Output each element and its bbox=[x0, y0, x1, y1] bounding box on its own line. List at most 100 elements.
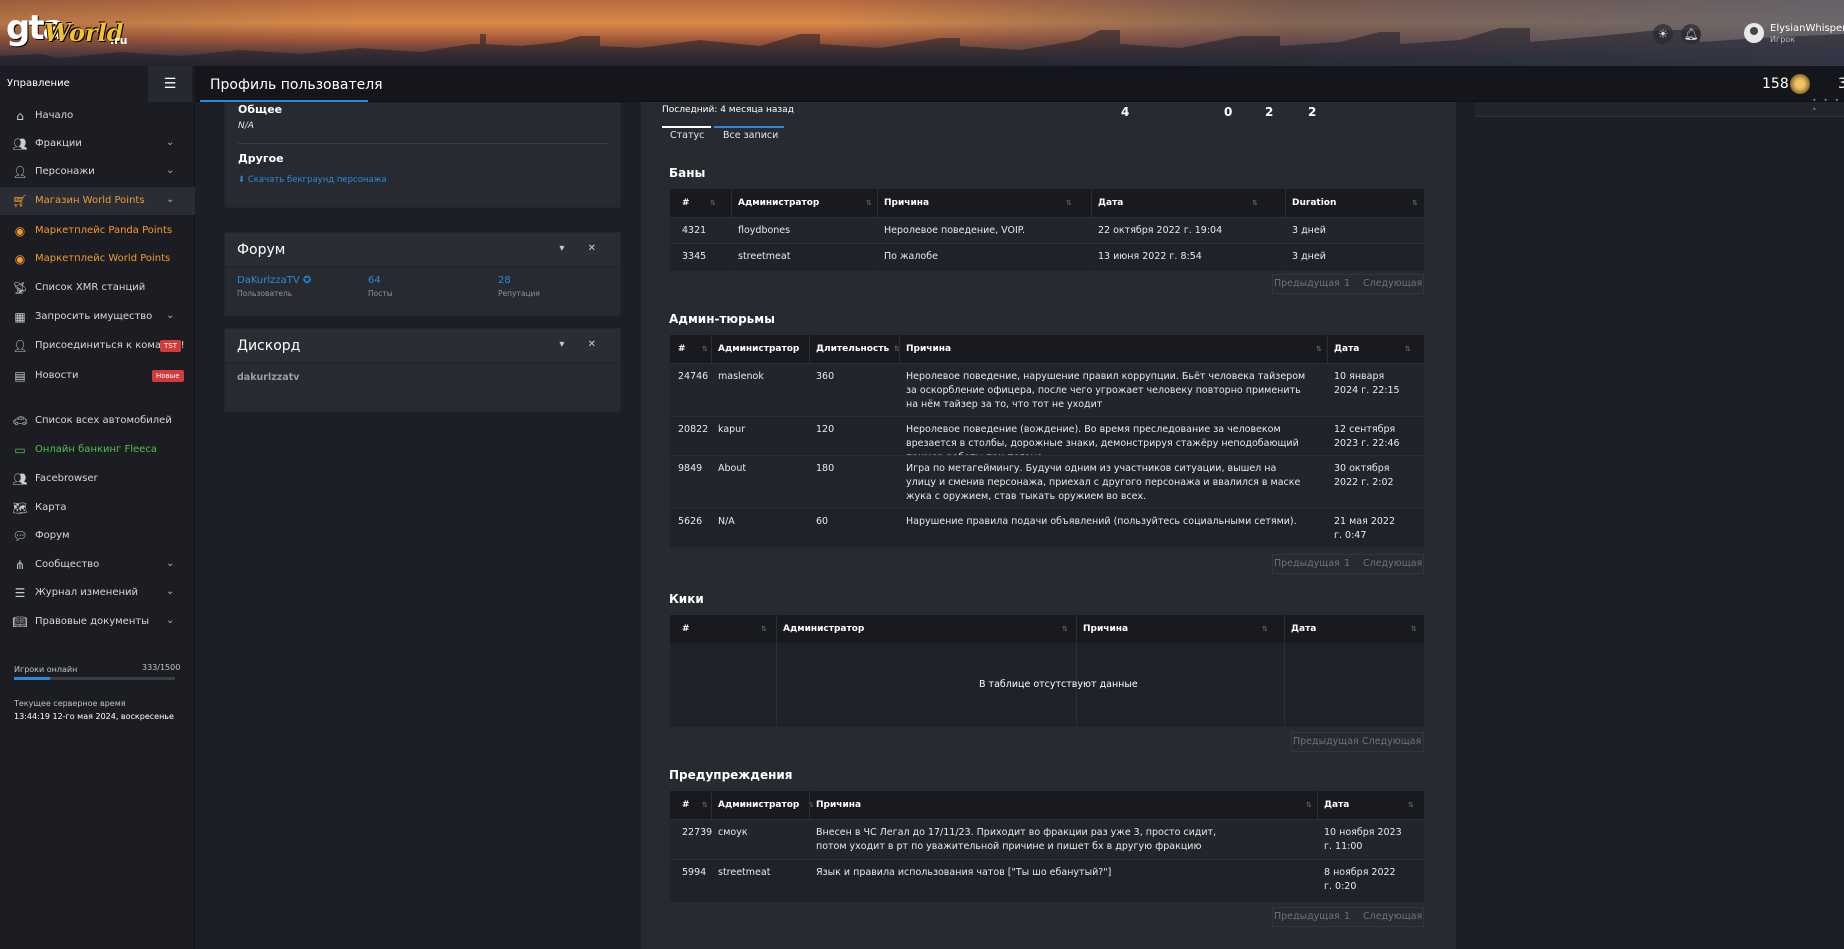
jails-header-2[interactable]: Длительность bbox=[816, 344, 889, 354]
bans-header-3[interactable]: Дата bbox=[1098, 198, 1123, 208]
jails-header-0[interactable]: # bbox=[678, 344, 686, 354]
pagination-prev[interactable]: Предыдущая bbox=[1274, 278, 1340, 289]
bans-header-4[interactable]: Duration bbox=[1292, 198, 1336, 208]
tab-all-records[interactable]: Все записи bbox=[723, 130, 778, 141]
jails-cell-0: 20822 bbox=[678, 424, 709, 435]
site-logo[interactable]: gta World .ru bbox=[6, 8, 127, 54]
sidebar-item-3[interactable]: 🛒︎ Магазин World Points ⌄ bbox=[0, 187, 195, 215]
kicks-header-0[interactable]: # bbox=[682, 624, 690, 634]
card-tools[interactable]: ▾ ✕ bbox=[559, 339, 606, 350]
sidebar-item-2[interactable]: 👤︎ Персонажи ⌄ bbox=[0, 158, 195, 186]
points-count: 158 bbox=[1762, 76, 1789, 92]
chevron-down-icon: ⌄ bbox=[166, 194, 175, 205]
sort-icon[interactable]: ⇅ bbox=[1252, 199, 1258, 207]
sidebar-item-13[interactable]: 🗺︎ Карта bbox=[0, 494, 195, 522]
warnings-header-0[interactable]: # bbox=[682, 800, 690, 810]
tab-status[interactable]: Статус bbox=[670, 130, 704, 141]
pagination-next[interactable]: Следующая bbox=[1363, 911, 1422, 922]
forum-reputation-label: Репутация bbox=[498, 289, 540, 298]
sidebar-item-4[interactable]: ◉ Маркетплейс Panda Points bbox=[0, 217, 195, 245]
bans-header-2[interactable]: Причина bbox=[884, 198, 929, 208]
warnings-header-2[interactable]: Причина bbox=[816, 800, 861, 810]
medal-icon bbox=[1790, 74, 1810, 94]
sun-icon[interactable]: ☀ bbox=[1653, 24, 1673, 44]
jails-cell-2: 120 bbox=[816, 424, 835, 435]
jails-cell-4: 12 сентября 2023 г. 22:46 bbox=[1334, 424, 1400, 449]
sort-icon[interactable]: ⇅ bbox=[1316, 345, 1322, 353]
sidebar-item-1[interactable]: 👥︎ Фракции ⌄ bbox=[0, 130, 195, 158]
profile-info-card: Общее N/A Другое ⬇ Скачать бекграунд пер… bbox=[224, 102, 621, 208]
bans-header-0[interactable]: # bbox=[682, 198, 690, 208]
pagination-prev[interactable]: Предыдущая bbox=[1274, 911, 1340, 922]
sort-icon[interactable]: ⇅ bbox=[1408, 801, 1414, 809]
sidebar-item-label: Запросить имущество bbox=[35, 311, 153, 322]
sort-icon[interactable]: ⇅ bbox=[1262, 625, 1268, 633]
sort-icon[interactable]: ⇅ bbox=[1306, 801, 1312, 809]
pagination-next[interactable]: Следующая bbox=[1363, 278, 1422, 289]
tab-status-underline bbox=[662, 126, 711, 128]
pagination-page[interactable]: 1 bbox=[1344, 278, 1350, 289]
pagination-prev[interactable]: Предыдущая bbox=[1274, 558, 1340, 569]
chevron-down-icon: ⌄ bbox=[166, 586, 175, 597]
pagination-page[interactable]: 1 bbox=[1344, 911, 1350, 922]
sort-icon[interactable]: ⇅ bbox=[1412, 199, 1418, 207]
jails-header-3[interactable]: Причина bbox=[906, 344, 951, 354]
sort-icon[interactable]: ⇅ bbox=[1062, 625, 1068, 633]
sidebar-item-16[interactable]: ☰ Журнал изменений ⌄ bbox=[0, 579, 195, 607]
kicks-header-2[interactable]: Причина bbox=[1083, 624, 1128, 634]
sidebar-item-14[interactable]: 💬︎ Форум bbox=[0, 522, 195, 550]
menu-toggle-icon[interactable]: ☰ bbox=[148, 66, 192, 102]
warnings-cell-2: Внесен в ЧС Легал до 17/11/23. Приходит … bbox=[816, 827, 1217, 852]
chevron-down-icon: ⌄ bbox=[166, 310, 175, 321]
pagination-next[interactable]: Следующая bbox=[1362, 736, 1421, 747]
sidebar-item-label: Карта bbox=[35, 502, 67, 513]
chevron-down-icon: ⌄ bbox=[166, 165, 175, 176]
user-menu[interactable]: ElysianWhisper Игрок bbox=[1744, 21, 1844, 47]
jails-header-1[interactable]: Администратор bbox=[718, 344, 799, 354]
sidebar-item-0[interactable]: ⌂ Начало bbox=[0, 102, 195, 130]
sidebar-item-17[interactable]: 📖︎ Правовые документы ⌄ bbox=[0, 608, 195, 636]
sort-icon[interactable]: ⇅ bbox=[1066, 199, 1072, 207]
sidebar-item-10[interactable]: 🚗︎ Список всех автомобилей bbox=[0, 407, 195, 435]
sidebar-item-label: Список всех автомобилей bbox=[35, 415, 172, 426]
sidebar-item-12[interactable]: 👥︎ Facebrowser bbox=[0, 465, 195, 493]
forum-username[interactable]: DaKurlzzaTV ✪ bbox=[237, 275, 311, 286]
page-title: Профиль пользователя bbox=[210, 77, 383, 93]
sort-icon[interactable]: ⇅ bbox=[761, 625, 767, 633]
jails-header-4[interactable]: Дата bbox=[1334, 344, 1359, 354]
sort-icon[interactable]: ⇅ bbox=[702, 345, 708, 353]
sort-icon[interactable]: ⇅ bbox=[702, 801, 708, 809]
warnings-header-1[interactable]: Администратор bbox=[718, 800, 799, 810]
sidebar-item-6[interactable]: 📡︎ Список ХМR станций bbox=[0, 274, 195, 302]
kicks-header-3[interactable]: Дата bbox=[1291, 624, 1316, 634]
sidebar-item-11[interactable]: ▭ Онлайн банкинг Fleeca bbox=[0, 436, 195, 464]
jails-cell-1: kapur bbox=[718, 424, 746, 435]
jails-table: # ⇅ Администратор ⇅ Длительность ⇅ Причина ⇅ Дат… bbox=[670, 335, 1424, 547]
bans-cell-0: 3345 bbox=[682, 251, 707, 262]
pagination-next[interactable]: Следующая bbox=[1363, 558, 1422, 569]
sort-icon[interactable]: ⇅ bbox=[1405, 345, 1411, 353]
sidebar-item-8[interactable]: 👤︎ Присоединиться к команде! TST bbox=[0, 332, 195, 360]
sort-icon[interactable]: ⇅ bbox=[710, 199, 716, 207]
bell-icon[interactable]: 🔔︎ bbox=[1681, 24, 1701, 44]
sort-icon[interactable]: ⇅ bbox=[866, 199, 872, 207]
top-bar: Управление ☰ Профиль пользователя 158 3 bbox=[0, 66, 1844, 102]
card-tools[interactable]: ▾ ✕ bbox=[559, 243, 606, 254]
pagination-prev[interactable]: Предыдущая bbox=[1293, 736, 1359, 747]
sidebar-item-5[interactable]: ◉ Маркетплейс World Points bbox=[0, 245, 195, 273]
sidebar-item-label: Маркетплейс World Points bbox=[35, 253, 171, 264]
download-background-link[interactable]: ⬇ Скачать бекграунд персонажа bbox=[238, 175, 387, 185]
jails-row: 20822 kapur 120 Неролевое поведение (вожден… bbox=[670, 416, 1424, 463]
kicks-header-1[interactable]: Администратор bbox=[783, 624, 864, 634]
sidebar-item-9[interactable]: ▤ Новости Новые bbox=[0, 362, 195, 390]
sort-icon[interactable]: ⇅ bbox=[1411, 625, 1417, 633]
discord-card-title: Дискорд bbox=[237, 338, 301, 354]
column-divider bbox=[1076, 615, 1077, 727]
bans-header-1[interactable]: Администратор bbox=[738, 198, 819, 208]
pagination-page[interactable]: 1 bbox=[1344, 558, 1350, 569]
sidebar-item-7[interactable]: ▦ Запросить имущество ⌄ bbox=[0, 303, 195, 331]
kicks-table: # ⇅ Администратор ⇅ Причина ⇅ Дата ⇅ В таблице о… bbox=[670, 615, 1424, 727]
sidebar-item-15[interactable]: ⋔ Сообщество ⌄ bbox=[0, 551, 195, 579]
warnings-header-3[interactable]: Дата bbox=[1324, 800, 1349, 810]
stat-warnings-count: 2 bbox=[1265, 105, 1274, 119]
